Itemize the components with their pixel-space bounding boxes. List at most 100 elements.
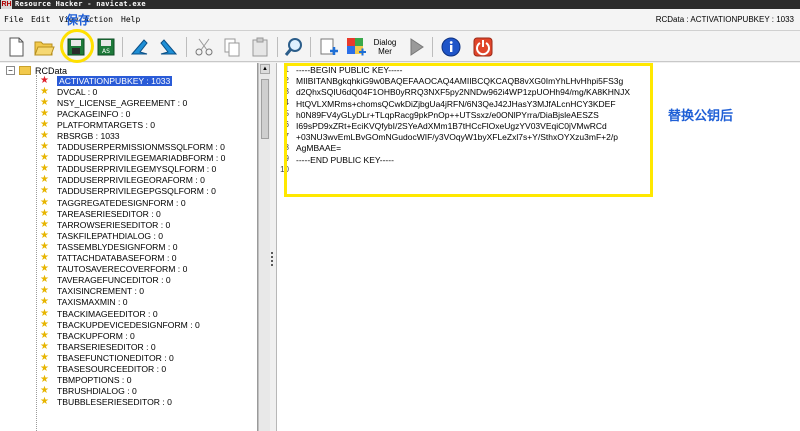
tree-item-label: TAXISINCREMENT : 0: [57, 286, 145, 297]
star-icon: ★: [40, 263, 49, 275]
dialog-merger-button[interactable]: Dialog Mer: [372, 35, 398, 59]
code-line[interactable]: HtQVLXMRms+chomsQCwkDiZjbgUa4jRFN/6N3QeJ…: [296, 99, 630, 110]
save-annotation: 保存: [66, 13, 91, 27]
star-icon: ★: [40, 118, 49, 130]
arrow-left-icon: [130, 39, 148, 55]
line-number-gutter: 1 2 3 4 5 6 7 8 9 10: [277, 65, 289, 176]
tree-item[interactable]: ★ TBUBBLESERIESEDITOR : 0: [40, 397, 225, 408]
tree-item[interactable]: ★ PACKAGEINFO : 0: [40, 108, 225, 119]
add-resource-button[interactable]: [316, 35, 340, 59]
tree-item[interactable]: ★ TATTACHDATABASEFORM : 0: [40, 253, 225, 264]
tree-item[interactable]: ★ TADDUSERPRIVILEGEMYSQLFORM : 0: [40, 164, 225, 175]
tree-item[interactable]: ★ TADDUSERPRIVILEGEPGSQLFORM : 0: [40, 186, 225, 197]
tree-item[interactable]: ★ TAGGREGATEDESIGNFORM : 0: [40, 197, 225, 208]
scrollbar-thumb[interactable]: [261, 79, 269, 139]
code-line[interactable]: I69sPD9xZRt+EciKVQfybI/2SYeAdXMm1B7tHCcF…: [296, 121, 630, 132]
tree-item[interactable]: ★ TAXISMAXMIN : 0: [40, 297, 225, 308]
tree-item[interactable]: ★ TAXISINCREMENT : 0: [40, 286, 225, 297]
tree-item-label: TBACKUPDEVICEDESIGNFORM : 0: [57, 319, 200, 330]
toolbar-separator: [122, 37, 123, 57]
line-number: 3: [284, 87, 289, 97]
menu-help[interactable]: Help: [121, 15, 140, 24]
tree-item[interactable]: ★ TBASEFUNCTIONEDITOR : 0: [40, 352, 225, 363]
save-as-icon: AS: [97, 38, 115, 56]
tree-item[interactable]: ★ TBRUSHDIALOG : 0: [40, 386, 225, 397]
tree-item[interactable]: ★ DVCAL : 0: [40, 86, 225, 97]
star-icon: ★: [40, 229, 49, 241]
code-line[interactable]: h0N89FV4yGLyDLr+TLqpRacg9pkPnOp++UTSsxz/…: [296, 110, 630, 121]
resource-path-status: RCData : ACTIVATIONPUBKEY : 1033: [655, 15, 794, 24]
exit-button[interactable]: [471, 35, 495, 59]
tree-item[interactable]: ★ ACTIVATIONPUBKEY : 1033: [40, 75, 225, 86]
cut-button[interactable]: [192, 35, 216, 59]
paste-icon: [252, 37, 268, 57]
star-icon: ★: [40, 107, 49, 119]
collapse-icon[interactable]: −: [6, 66, 15, 75]
tree-item-label: TAUTOSAVERECOVERFORM : 0: [57, 264, 188, 275]
tree-item[interactable]: ★ TASKFILEPATHDIALOG : 0: [40, 230, 225, 241]
tree-item[interactable]: ★ TADDUSERPRIVILEGEORAFORM : 0: [40, 175, 225, 186]
save-as-button[interactable]: AS: [94, 35, 118, 59]
add-image-button[interactable]: [344, 35, 368, 59]
menu-file[interactable]: File: [4, 15, 23, 24]
code-line[interactable]: MIIBITANBgkqhkiG9w0BAQEFAAOCAQ4AMIIBCQKC…: [296, 76, 630, 87]
save-button[interactable]: [64, 35, 88, 59]
code-text[interactable]: -----BEGIN PUBLIC KEY----- MIIBITANBgkqhk…: [296, 65, 630, 177]
tree-item[interactable]: ★ TASSEMBLYDESIGNFORM : 0: [40, 241, 225, 252]
tree-item[interactable]: ★ RBSRGB : 1033: [40, 130, 225, 142]
new-file-button[interactable]: [4, 35, 28, 59]
star-icon: ★: [40, 141, 49, 153]
tree-item-label: ACTIVATIONPUBKEY : 1033: [57, 75, 173, 86]
copy-button[interactable]: [220, 35, 244, 59]
find-button[interactable]: [282, 35, 306, 59]
tree-item[interactable]: ★ TBASESOURCEEDITOR : 0: [40, 363, 225, 374]
tree-item[interactable]: ★ TBARSERIESEDITOR : 0: [40, 341, 225, 352]
star-icon: ★: [40, 274, 49, 286]
star-icon: ★: [40, 396, 49, 408]
open-file-button[interactable]: [32, 35, 56, 59]
star-icon: ★: [40, 240, 49, 252]
magnifier-icon: [284, 38, 302, 56]
tree-item[interactable]: ★ TBACKUPDEVICEDESIGNFORM : 0: [40, 319, 225, 330]
tree-item[interactable]: ★ TAUTOSAVERECOVERFORM : 0: [40, 264, 225, 275]
tree-item[interactable]: ★ TAVERAGEFUNCEDITOR : 0: [40, 275, 225, 286]
tree-scrollbar[interactable]: ▲: [258, 63, 270, 431]
line-number: 5: [284, 109, 289, 119]
resource-tree[interactable]: − RCData ★ ACTIVATIONPUBKEY : 1033 ★ DVCAL …: [0, 63, 258, 431]
code-line[interactable]: -----END PUBLIC KEY-----: [296, 155, 630, 166]
tree-item[interactable]: ★ TADDUSERPRIVILEGEMARIADBFORM : 0: [40, 153, 225, 164]
tree-item[interactable]: ★ TBMPOPTIONS : 0: [40, 375, 225, 386]
tree-item-label: TBMPOPTIONS : 0: [57, 375, 132, 386]
tree-item[interactable]: ★ TARROWSERIESEDITOR : 0: [40, 219, 225, 230]
tree-item[interactable]: ★ TAREASERIESEDITOR : 0: [40, 208, 225, 219]
splitter-grip[interactable]: [271, 252, 275, 266]
forward-button[interactable]: [157, 35, 181, 59]
tree-item-label: TBACKIMAGEEDITOR : 0: [57, 308, 158, 319]
star-icon: ★: [40, 207, 49, 219]
tree-item[interactable]: ★ NSY_LICENSE_AGREEMENT : 0: [40, 97, 225, 108]
compile-script-button[interactable]: [404, 35, 428, 59]
code-line[interactable]: +03NU3wvEmLBvGOmNGudocWIF/y3VOqyW1byXFLe…: [296, 132, 630, 143]
tree-item-label: TASKFILEPATHDIALOG : 0: [57, 230, 164, 241]
code-line[interactable]: d2QhxSQIU6dQ04F1OHB0yRRQ3NXF5py2NNDw962i…: [296, 87, 630, 98]
tree-root-label: RCData: [35, 65, 68, 76]
scroll-up-arrow-icon[interactable]: ▲: [260, 64, 270, 74]
tree-item[interactable]: ★ TADDUSERPERMISSIONMSSQLFORM : 0: [40, 142, 225, 153]
code-line[interactable]: [296, 166, 630, 177]
tree-item[interactable]: ★ TBACKIMAGEEDITOR : 0: [40, 308, 225, 319]
tree-item[interactable]: ★ TBACKUPFORM : 0: [40, 330, 225, 341]
code-line[interactable]: AgMBAAE=: [296, 143, 630, 154]
star-icon: ★: [40, 252, 49, 264]
copy-icon: [224, 38, 240, 57]
star-icon: ★: [40, 362, 49, 374]
code-line[interactable]: -----BEGIN PUBLIC KEY-----: [296, 65, 630, 76]
paste-button[interactable]: [248, 35, 272, 59]
star-icon: ★: [40, 307, 49, 319]
menu-edit[interactable]: Edit: [31, 15, 50, 24]
tree-item[interactable]: ★ PLATFORMTARGETS : 0: [40, 119, 225, 130]
about-button[interactable]: [439, 35, 463, 59]
tree-item-label: NSY_LICENSE_AGREEMENT : 0: [57, 97, 188, 108]
star-icon: ★: [40, 374, 49, 386]
power-icon: [473, 37, 493, 57]
back-button[interactable]: [127, 35, 151, 59]
